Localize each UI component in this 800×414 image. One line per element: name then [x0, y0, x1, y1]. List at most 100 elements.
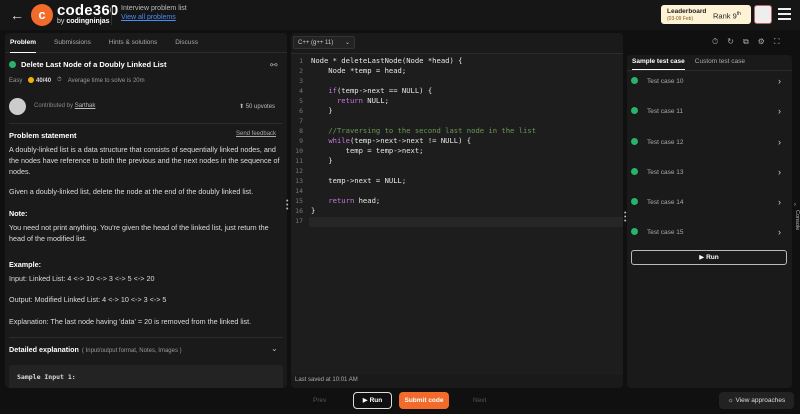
rank-suffix: th: [736, 11, 741, 17]
tab-problem[interactable]: Problem: [10, 33, 37, 53]
brand-name[interactable]: code360: [57, 3, 118, 18]
code-line: return head;: [328, 196, 381, 205]
passed-check-icon: [631, 107, 638, 114]
back-arrow-icon[interactable]: ←: [10, 7, 26, 23]
line-number: 11: [295, 157, 303, 165]
statement-para-1: A doubly-linked list is a data structure…: [9, 145, 280, 176]
settings-icon[interactable]: ⚙: [758, 37, 765, 47]
prev-button[interactable]: Prev: [313, 397, 326, 404]
view-approaches-button[interactable]: ☼ View approaches: [719, 392, 794, 409]
divider: [627, 70, 792, 71]
example-output: Output: Modified Linked List: 4 <-> 10 <…: [9, 295, 167, 304]
run-label: Run: [369, 397, 383, 404]
left-resize-handle[interactable]: • • •: [286, 198, 289, 213]
submit-code-button[interactable]: Submit code: [399, 392, 449, 409]
passed-check-icon: [631, 168, 638, 175]
passed-check-icon: [631, 228, 638, 235]
passed-check-icon: [631, 198, 638, 205]
tab-hints-solutions[interactable]: Hints & solutions: [109, 33, 157, 53]
contributor-avatar: [9, 98, 26, 115]
run-test-button[interactable]: ▶ Run: [631, 250, 787, 265]
upvote-count: 50 upvotes: [245, 104, 276, 110]
play-icon: ▶: [362, 397, 368, 404]
tab-custom-test-case[interactable]: Custom test case: [695, 58, 745, 70]
problem-panel: Problem Submissions Hints & solutions Di…: [5, 33, 287, 388]
user-avatar[interactable]: [754, 5, 772, 24]
fullscreen-icon[interactable]: ⛶: [774, 37, 780, 47]
test-case-panel: Sample test case Custom test case Test c…: [627, 55, 792, 388]
line-number: 14: [295, 187, 303, 195]
leaderboard-badge[interactable]: Leaderboard (03-09 Feb) Rank 9th: [661, 5, 751, 24]
test-case-tabs: Sample test case Custom test case: [632, 58, 745, 70]
run-test-label: Run: [706, 254, 719, 261]
tab-discuss[interactable]: Discuss: [175, 33, 198, 53]
test-case-item[interactable]: Test case 13 ›: [631, 168, 786, 182]
top-bar: ← c code360 by codingninjas Interview pr…: [0, 0, 800, 30]
test-case-item[interactable]: Test case 15 ›: [631, 228, 786, 242]
divider: [111, 5, 112, 25]
test-case-item[interactable]: Test case 10 ›: [631, 77, 786, 91]
difficulty: Easy: [9, 77, 23, 84]
tab-submissions[interactable]: Submissions: [54, 33, 91, 53]
line-number: 16: [295, 207, 303, 215]
share-icon[interactable]: ⚯: [270, 60, 278, 71]
contributor-text: Contributed by Sarthak: [34, 103, 95, 109]
upvote-icon: ⬆: [239, 104, 245, 110]
timer-icon[interactable]: ⏱: [712, 37, 718, 47]
divider: [9, 337, 283, 338]
test-case-label: Test case 15: [647, 229, 684, 236]
passed-check-icon: [631, 77, 638, 84]
test-case-label: Test case 12: [647, 139, 684, 146]
chevron-right-icon[interactable]: ›: [794, 202, 796, 208]
send-feedback-link[interactable]: Send feedback: [236, 131, 276, 137]
last-saved-status: Last saved at 10:01 AM: [295, 377, 358, 383]
test-case-label: Test case 11: [647, 108, 684, 115]
upvote-button[interactable]: ⬆ 50 upvotes: [239, 103, 275, 110]
hamburger-menu-icon[interactable]: [778, 8, 792, 22]
detailed-heading: Detailed explanation: [9, 345, 79, 354]
tab-sample-test-case[interactable]: Sample test case: [632, 58, 685, 70]
test-case-item[interactable]: Test case 12 ›: [631, 138, 786, 152]
problem-meta: Easy 40/40 ⏱ Average time to solve is 20…: [9, 77, 145, 84]
chevron-right-icon: ›: [778, 167, 781, 177]
score-value: 40/40: [36, 78, 52, 84]
chevron-right-icon: ›: [778, 197, 781, 207]
view-all-problems-link[interactable]: View all problems: [121, 14, 176, 21]
code-line: temp->next = NULL;: [311, 176, 407, 185]
run-button[interactable]: ▶ Run: [353, 392, 392, 409]
console-toggle[interactable]: Console: [792, 210, 800, 230]
test-case-label: Test case 10: [647, 78, 684, 85]
line-number: 1: [299, 57, 303, 65]
chevron-right-icon: ›: [778, 106, 781, 116]
language-select[interactable]: C++ (g++ 11) ⌄: [293, 36, 355, 49]
example-explanation: Explanation: The last node having 'data'…: [9, 317, 252, 326]
test-case-item[interactable]: Test case 11 ›: [631, 107, 786, 121]
solved-check-icon: [9, 61, 16, 68]
code-line: return NULL;: [336, 96, 389, 105]
line-number: 13: [295, 177, 303, 185]
test-case-item[interactable]: Test case 14 ›: [631, 198, 786, 212]
code-editor[interactable]: 1 2 3 4 5 6 7 8 9 10 11 12 13 14 15 16 1…: [291, 53, 623, 375]
score: 40/40: [28, 77, 51, 84]
note-heading: Note:: [9, 209, 28, 218]
line-number: 9: [299, 137, 303, 145]
line-number: 4: [299, 87, 303, 95]
contributor-row: Contributed by Sarthak ⬆ 50 upvotes: [9, 97, 283, 117]
rank-value: Rank 9: [713, 11, 737, 21]
reset-icon[interactable]: ↻: [727, 37, 734, 47]
next-button[interactable]: Next: [473, 397, 486, 404]
sample-input-block: Sample Input 1:: [9, 365, 283, 388]
problem-tabs: Problem Submissions Hints & solutions Di…: [5, 33, 287, 53]
chevron-down-icon[interactable]: ⌄: [271, 344, 278, 353]
brand-sub-prefix: by: [57, 18, 65, 25]
leaderboard-title: Leaderboard: [667, 8, 707, 15]
coin-icon: [28, 77, 35, 83]
code-line: if(temp->next == NULL) {: [328, 86, 433, 95]
problem-title: Delete Last Node of a Doubly Linked List: [21, 60, 167, 69]
detailed-explanation-toggle[interactable]: Detailed explanation( Input/output forma…: [9, 345, 182, 354]
contributor-link[interactable]: Sarthak: [75, 103, 96, 109]
statement-para-2: Given a doubly-linked list, delete the n…: [9, 187, 254, 196]
copy-icon[interactable]: ⧉: [743, 37, 749, 47]
line-number: 10: [295, 147, 303, 155]
bottom-bar: Prev ▶ Run Submit code Next ☼ View appro…: [0, 389, 800, 414]
